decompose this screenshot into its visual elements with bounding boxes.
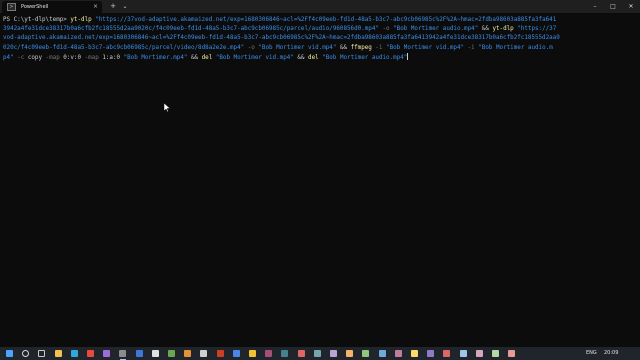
terminal-token: del [201, 54, 216, 61]
terminal-token: del [308, 54, 323, 61]
terminal-token: -o [244, 44, 259, 51]
terminal-token: -i [464, 44, 479, 51]
terminal-token: && [293, 54, 309, 61]
terminal-token: -map [84, 54, 103, 61]
app-icon-20[interactable] [313, 350, 321, 357]
app-icon-25[interactable] [394, 350, 402, 357]
terminal-token: "Bob Mortimer.mp4" [123, 54, 188, 61]
terminal-token: "Bob Mortimer vid.mp4" [386, 44, 465, 51]
app-icon-19[interactable] [297, 350, 305, 357]
terminal-token: yt-dlp [70, 17, 96, 23]
text-cursor [407, 52, 409, 60]
app-icon-9[interactable] [135, 350, 143, 357]
terminal-token: "Bob Mortimer vid.mp4" [215, 54, 294, 61]
terminal-token: -c [13, 54, 28, 61]
terminal-token: -map [45, 54, 64, 61]
start-icon[interactable] [6, 350, 13, 357]
visual-studio-icon[interactable] [103, 350, 111, 357]
language-indicator[interactable]: ENG [586, 347, 597, 360]
chrome-icon[interactable] [87, 350, 94, 357]
tab-dropdown-button[interactable]: ⌄ [120, 0, 130, 13]
terminal-token: && [187, 54, 202, 61]
terminal-token: vod-adaptive.akamaized.net/exp=168030684… [3, 35, 560, 42]
terminal-token: && [336, 44, 351, 51]
terminal-token: "Bob Mortimer audio.m [478, 44, 553, 51]
terminal-token: 3942a4fe31dce38317b0a6cfb2fc18555d2aa902… [3, 26, 379, 33]
app-icon-27[interactable] [427, 350, 435, 357]
terminal-token: "https://37vod-adaptive.akamaized.net/ex… [95, 17, 557, 23]
terminal-token: "Bob Mortimer audio.mp4" [393, 26, 479, 33]
terminal-token: 020c/f4c09eeb-fd1d-48a5-b3c7-abc9cb06985… [3, 44, 245, 51]
app-icon-26[interactable] [411, 350, 418, 357]
powershell-icon: > [7, 3, 16, 11]
terminal-output[interactable]: PS C:\yt-dlp\temp> yt-dlp "https://37vod… [3, 16, 637, 326]
app-icon-21[interactable] [330, 350, 337, 357]
app-icon-12[interactable] [184, 350, 192, 357]
app-icon-13[interactable] [200, 350, 208, 357]
app-icon-31[interactable] [492, 350, 499, 357]
terminal-token: "https://37 [517, 26, 557, 33]
terminal-token: yt-dlp [492, 26, 518, 33]
terminal-token: 1:a:0 [102, 54, 124, 61]
terminal-token: -o [378, 26, 394, 33]
terminal-token: "Bob Mortimer audio.mp4" [322, 54, 408, 61]
terminal-line: 020c/f4c09eeb-fd1d-48a5-b3c7-abc9cb06985… [3, 44, 637, 53]
app-icon-23[interactable] [362, 350, 370, 357]
terminal-line: vod-adaptive.akamaized.net/exp=168030684… [3, 34, 637, 43]
terminal-line: 3942a4fe31dce38317b0a6cfb2fc18555d2aa902… [3, 25, 637, 34]
app-icon-32[interactable] [508, 350, 516, 357]
app-icon-10[interactable] [151, 350, 159, 357]
app-icon-16[interactable] [249, 350, 256, 357]
app-icon-24[interactable] [378, 350, 386, 357]
app-icon-17[interactable] [265, 350, 273, 357]
minimize-button[interactable]: – [586, 0, 604, 13]
terminal-token: -i [375, 44, 387, 51]
app-icon-28[interactable] [443, 350, 451, 357]
terminal-line: PS C:\yt-dlp\temp> yt-dlp "https://37vod… [3, 16, 637, 25]
edge-icon[interactable] [70, 350, 78, 357]
terminal-token: copy [27, 54, 46, 61]
terminal-token: PS C:\yt-dlp\temp> [3, 17, 71, 23]
terminal-token: && [478, 26, 493, 33]
terminal-line: p4" -c copy -map 0:v:0 -map 1:a:0 "Bob M… [3, 52, 637, 63]
app-icon-18[interactable] [281, 350, 289, 357]
terminal-token: p4" [3, 54, 14, 61]
app-icon-11[interactable] [168, 350, 175, 357]
terminal-token: "Bob Mortimer vid.mp4" [258, 44, 337, 51]
title-bar: > PowerShell × + ⌄ – □ ✕ [0, 0, 640, 13]
file-explorer-icon[interactable] [54, 350, 62, 357]
app-icon-14[interactable] [216, 350, 224, 357]
app-icon-15[interactable] [232, 350, 240, 357]
clock[interactable]: 20:09 [604, 347, 618, 360]
tab-powershell[interactable]: > PowerShell × [2, 1, 102, 13]
app-icon-22[interactable] [346, 350, 354, 357]
close-tab-icon[interactable]: × [93, 1, 98, 13]
terminal-token: ffmpeg [350, 44, 376, 51]
terminal-icon[interactable] [119, 350, 127, 357]
taskbar: ENG 20:09 [0, 347, 640, 360]
search-icon[interactable] [22, 350, 30, 357]
task-view-icon[interactable] [38, 350, 46, 357]
window-close-button[interactable]: ✕ [622, 0, 640, 13]
app-icon-29[interactable] [459, 350, 467, 357]
tab-title: PowerShell [21, 4, 49, 10]
maximize-button[interactable]: □ [604, 0, 622, 13]
app-icon-30[interactable] [475, 350, 483, 357]
new-tab-button[interactable]: + [108, 0, 118, 13]
terminal-token: 0:v:0 [63, 54, 85, 61]
